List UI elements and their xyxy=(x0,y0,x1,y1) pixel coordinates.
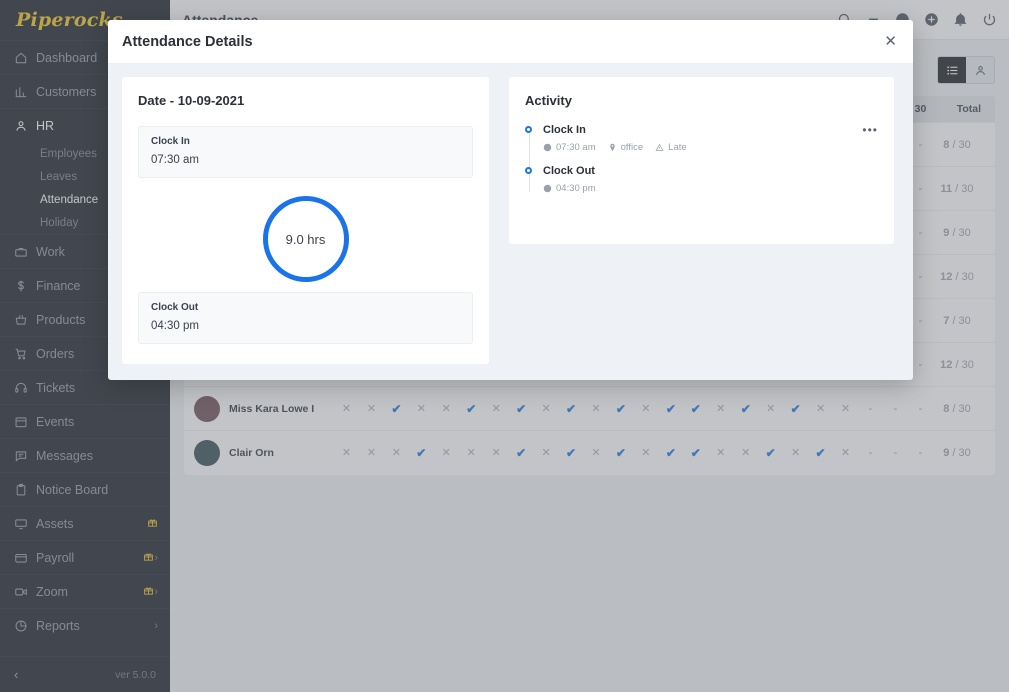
clock-in-label: Clock In xyxy=(151,136,460,147)
modal-body: Date - 10-09-2021 Clock In 07:30 am 9.0 … xyxy=(108,64,913,380)
clock-icon xyxy=(543,143,552,152)
activity-more-options-icon[interactable]: ••• xyxy=(862,124,878,136)
activity-title-row: Clock Out xyxy=(543,165,878,177)
warning-triangle-icon xyxy=(655,143,664,152)
activity-panel: Activity Clock In•••07:30 amofficeLateCl… xyxy=(509,77,894,244)
app-root: Piperocks DashboardCustomersHREmployeesL… xyxy=(0,0,1009,692)
close-icon[interactable]: ✕ xyxy=(884,34,897,49)
activity-title: Clock In xyxy=(543,124,586,136)
activity-title: Clock Out xyxy=(543,165,595,177)
activity-heading: Activity xyxy=(525,93,878,108)
activity-clock-chip: 07:30 am xyxy=(543,142,596,153)
attendance-details-modal: Attendance Details ✕ Date - 10-09-2021 C… xyxy=(108,20,913,380)
timeline-dot-icon xyxy=(525,167,532,174)
clock-out-card: Clock Out 04:30 pm xyxy=(138,292,473,344)
modal-title: Attendance Details xyxy=(122,34,253,50)
clock-out-label: Clock Out xyxy=(151,302,460,313)
activity-clock-text: 04:30 pm xyxy=(556,183,596,194)
activity-timeline: Clock In ••• 07:30 am office Late Clock Out 04… xyxy=(525,124,878,194)
activity-clock-text: 07:30 am xyxy=(556,142,596,153)
clock-in-card: Clock In 07:30 am xyxy=(138,126,473,178)
modal-header: Attendance Details ✕ xyxy=(108,20,913,64)
hours-ring-wrap: 9.0 hrs xyxy=(138,196,473,282)
activity-item: Clock Out 04:30 pm xyxy=(543,165,878,194)
activity-warning-triangle-text: Late xyxy=(668,142,687,153)
activity-clock-chip: 04:30 pm xyxy=(543,183,596,194)
activity-item: Clock In ••• 07:30 am office Late xyxy=(543,124,878,153)
activity-meta: 04:30 pm xyxy=(543,183,878,194)
attendance-summary-panel: Date - 10-09-2021 Clock In 07:30 am 9.0 … xyxy=(122,77,489,364)
activity-location-pin-text: office xyxy=(621,142,644,153)
activity-warning-triangle-chip: Late xyxy=(655,142,687,153)
hours-progress-ring: 9.0 hrs xyxy=(263,196,349,282)
clock-in-time: 07:30 am xyxy=(151,154,460,166)
activity-location-pin-chip: office xyxy=(608,142,644,153)
timeline-dot-icon xyxy=(525,126,532,133)
location-pin-icon xyxy=(608,143,617,152)
activity-title-row: Clock In ••• xyxy=(543,124,878,136)
hours-value: 9.0 hrs xyxy=(286,232,326,247)
activity-meta: 07:30 am office Late xyxy=(543,142,878,153)
clock-icon xyxy=(543,184,552,193)
clock-out-time: 04:30 pm xyxy=(151,320,460,332)
attendance-date-label: Date - 10-09-2021 xyxy=(138,93,473,108)
